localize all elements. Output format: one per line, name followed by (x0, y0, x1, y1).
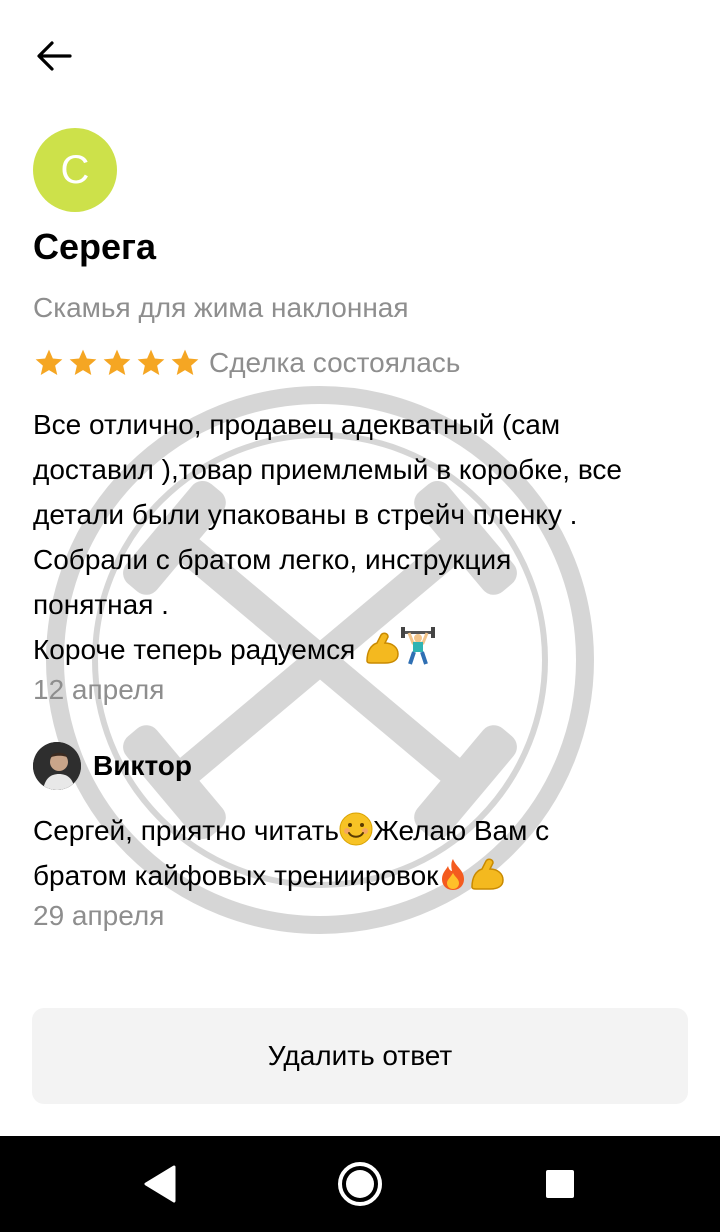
star-icon (69, 349, 97, 375)
nav-home-button[interactable] (336, 1160, 384, 1208)
review-line: Короче теперь радуемся (33, 634, 364, 665)
reviewer-name: Серега (33, 226, 157, 267)
weightlifter-emoji-icon (401, 627, 436, 665)
system-navigation-bar (0, 1136, 720, 1232)
nav-back-button[interactable] (136, 1160, 184, 1208)
review-text: Все отлично, продавец адекватный (сам до… (33, 402, 693, 672)
nav-recents-button[interactable] (536, 1160, 584, 1208)
circle-home-icon (338, 1162, 382, 1206)
flexed-biceps-emoji-icon (471, 858, 505, 890)
review-line: Собрали с братом легко, инструкция (33, 544, 512, 575)
reply-author-row: Виктор (33, 742, 192, 790)
smiling-face-emoji-icon (339, 812, 373, 846)
star-icon (103, 349, 131, 375)
square-recents-icon (546, 1170, 574, 1198)
arrow-left-icon (37, 41, 72, 71)
review-line: детали были упакованы в стрейч пленку . (33, 499, 578, 530)
back-button[interactable] (24, 28, 84, 84)
reply-text: Сергей, приятно читать Желаю Вам с брато… (33, 808, 693, 898)
review-line: доставил ),товар приемлемый в коробке, в… (33, 454, 622, 485)
reply-date: 29 апреля (33, 900, 165, 931)
reply-line-second: братом кайфовых трениировок (33, 853, 693, 898)
review-line: понятная . (33, 589, 169, 620)
star-icon (137, 349, 165, 375)
reply-line: Сергей, приятно читать (33, 815, 340, 846)
review-reply-screen: С Серега Скамья для жима наклонная Сделк… (0, 0, 720, 1232)
star-icon (35, 349, 63, 375)
rating-stars (33, 347, 203, 379)
review-line: Все отлично, продавец адекватный (сам (33, 409, 561, 440)
product-title: Скамья для жима наклонная (33, 292, 409, 323)
reviewer-avatar: С (33, 128, 117, 212)
review-line-last: Короче теперь радуемся (33, 627, 693, 672)
reply-author-name: Виктор (93, 750, 192, 781)
delete-reply-button[interactable]: Удалить ответ (32, 1008, 688, 1104)
review-date: 12 апреля (33, 674, 165, 705)
flexed-biceps-emoji-icon (366, 632, 399, 664)
triangle-back-icon (144, 1165, 176, 1203)
avatar-letter: С (60, 147, 90, 192)
reply-line: братом кайфовых трениировок (33, 860, 439, 891)
deal-status: Сделка состоялась (209, 347, 461, 378)
rating-row: Сделка состоялась (33, 346, 460, 380)
reply-line-first: Сергей, приятно читать Желаю Вам с (33, 808, 693, 853)
fire-emoji-icon (442, 859, 465, 890)
star-icon (171, 349, 199, 375)
reply-author-avatar (33, 742, 81, 790)
reply-line: Желаю Вам с (373, 815, 550, 846)
